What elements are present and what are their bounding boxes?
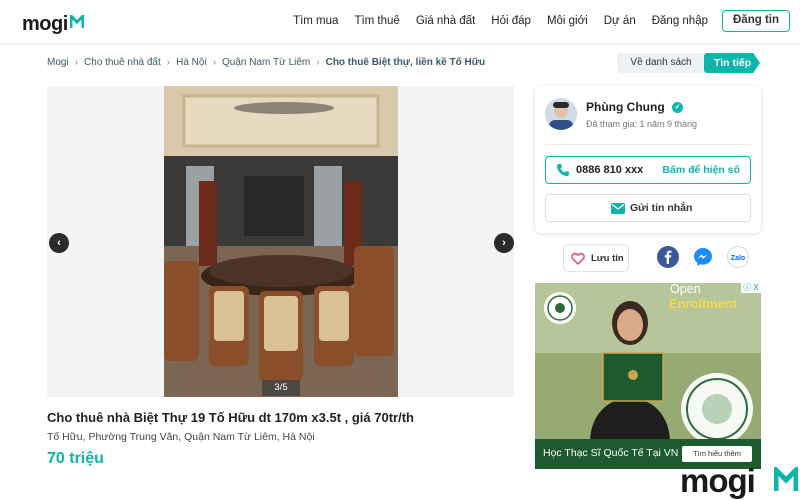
agent-name[interactable]: Phùng Chung bbox=[586, 100, 665, 114]
chevron-right-icon: › bbox=[166, 57, 171, 68]
verified-check-icon: ✓ bbox=[672, 102, 683, 113]
chevron-right-icon: › bbox=[212, 57, 217, 68]
nav-projects[interactable]: Dự án bbox=[596, 9, 644, 33]
listing-price: 70 triệu bbox=[47, 450, 104, 467]
ad-close-button[interactable]: ⓘ X bbox=[741, 283, 761, 293]
ad-headline-open: Open bbox=[670, 282, 701, 296]
chevron-right-icon: › bbox=[74, 57, 79, 68]
reveal-number-label: Bấm để hiện số bbox=[662, 164, 740, 176]
mogi-watermark: mogi bbox=[680, 462, 756, 499]
show-phone-button[interactable]: 0886 810 xxx Bấm để hiện số bbox=[545, 156, 751, 184]
listing-title: Cho thuê nhà Biệt Thự 19 Tố Hữu dt 170m … bbox=[47, 410, 414, 425]
zalo-share-icon[interactable]: Zalo bbox=[727, 246, 749, 268]
breadcrumb: Mogi › Cho thuê nhà đất › Hà Nội › Quận … bbox=[47, 57, 485, 68]
facebook-icon bbox=[664, 250, 672, 264]
photo-gallery: ‹ › 3/5 bbox=[47, 86, 514, 397]
breadcrumb-category[interactable]: Cho thuê nhà đất bbox=[84, 57, 161, 68]
save-listing-label: Lưu tin bbox=[591, 253, 624, 264]
previous-photo-button[interactable]: ‹ bbox=[49, 233, 69, 253]
next-listing-button[interactable]: Tin tiếp bbox=[704, 53, 760, 73]
nav-buy[interactable]: Tìm mua bbox=[285, 9, 346, 33]
messenger-share-icon[interactable] bbox=[692, 246, 714, 268]
next-photo-button[interactable]: › bbox=[494, 233, 514, 253]
dining-room-image bbox=[164, 86, 398, 397]
agent-card: Phùng Chung ✓ Đã tham gia: 1 năm 9 tháng… bbox=[535, 86, 761, 233]
watermark-logo-icon bbox=[774, 467, 798, 491]
ad-text: Học Thạc Sĩ Quốc Tế Tại VN bbox=[543, 447, 679, 459]
photo-counter: 3/5 bbox=[262, 380, 300, 396]
heart-icon bbox=[571, 252, 585, 265]
breadcrumb-current[interactable]: Cho thuê Biệt thự, liền kề Tố Hữu bbox=[326, 57, 485, 68]
ad-headline-enrollment: Enrollment bbox=[669, 296, 737, 311]
mogi-logo[interactable]: mogi bbox=[22, 13, 84, 36]
nav-qa[interactable]: Hỏi đáp bbox=[483, 9, 539, 33]
listing-address: Tố Hữu, Phường Trung Văn, Quận Nam Từ Li… bbox=[47, 431, 315, 443]
breadcrumb-home[interactable]: Mogi bbox=[47, 57, 69, 68]
mail-icon bbox=[611, 203, 625, 214]
site-header: mogi Tìm mua Tìm thuê Giá nhà đất Hỏi đá… bbox=[0, 0, 800, 44]
logo-mark-icon bbox=[69, 14, 84, 28]
nav-login[interactable]: Đăng nhập bbox=[644, 9, 716, 33]
listing-photo[interactable] bbox=[164, 86, 398, 397]
svg-text:Zalo: Zalo bbox=[731, 255, 745, 262]
back-to-list-button[interactable]: Về danh sách bbox=[617, 53, 705, 73]
chevron-right-icon: › bbox=[316, 57, 320, 68]
ad-cta-button[interactable]: Tìm hiểu thêm bbox=[682, 446, 752, 462]
nav-prices[interactable]: Giá nhà đất bbox=[408, 9, 483, 33]
post-listing-button[interactable]: Đăng tin bbox=[722, 10, 790, 32]
facebook-share-icon[interactable] bbox=[657, 246, 679, 268]
send-message-label: Gửi tin nhắn bbox=[630, 202, 693, 214]
breadcrumb-city[interactable]: Hà Nội bbox=[176, 57, 207, 68]
nav-rent[interactable]: Tìm thuê bbox=[346, 9, 407, 33]
agent-joined-date: Đã tham gia: 1 năm 9 tháng bbox=[586, 119, 698, 129]
logo-text: mogi bbox=[22, 13, 68, 35]
send-message-button[interactable]: Gửi tin nhắn bbox=[545, 194, 751, 222]
breadcrumb-district[interactable]: Quận Nam Từ Liêm bbox=[222, 57, 310, 68]
phone-number: 0886 810 xxx bbox=[576, 164, 644, 176]
main-nav: Tìm mua Tìm thuê Giá nhà đất Hỏi đáp Môi… bbox=[285, 9, 790, 33]
nav-brokers[interactable]: Môi giới bbox=[539, 9, 596, 33]
save-listing-button[interactable]: Lưu tin bbox=[563, 244, 629, 272]
messenger-icon bbox=[694, 248, 712, 266]
avatar-image bbox=[545, 98, 577, 130]
divider bbox=[545, 144, 751, 145]
zalo-icon: Zalo bbox=[731, 255, 745, 262]
phone-icon bbox=[557, 164, 569, 176]
avatar[interactable] bbox=[545, 98, 577, 130]
